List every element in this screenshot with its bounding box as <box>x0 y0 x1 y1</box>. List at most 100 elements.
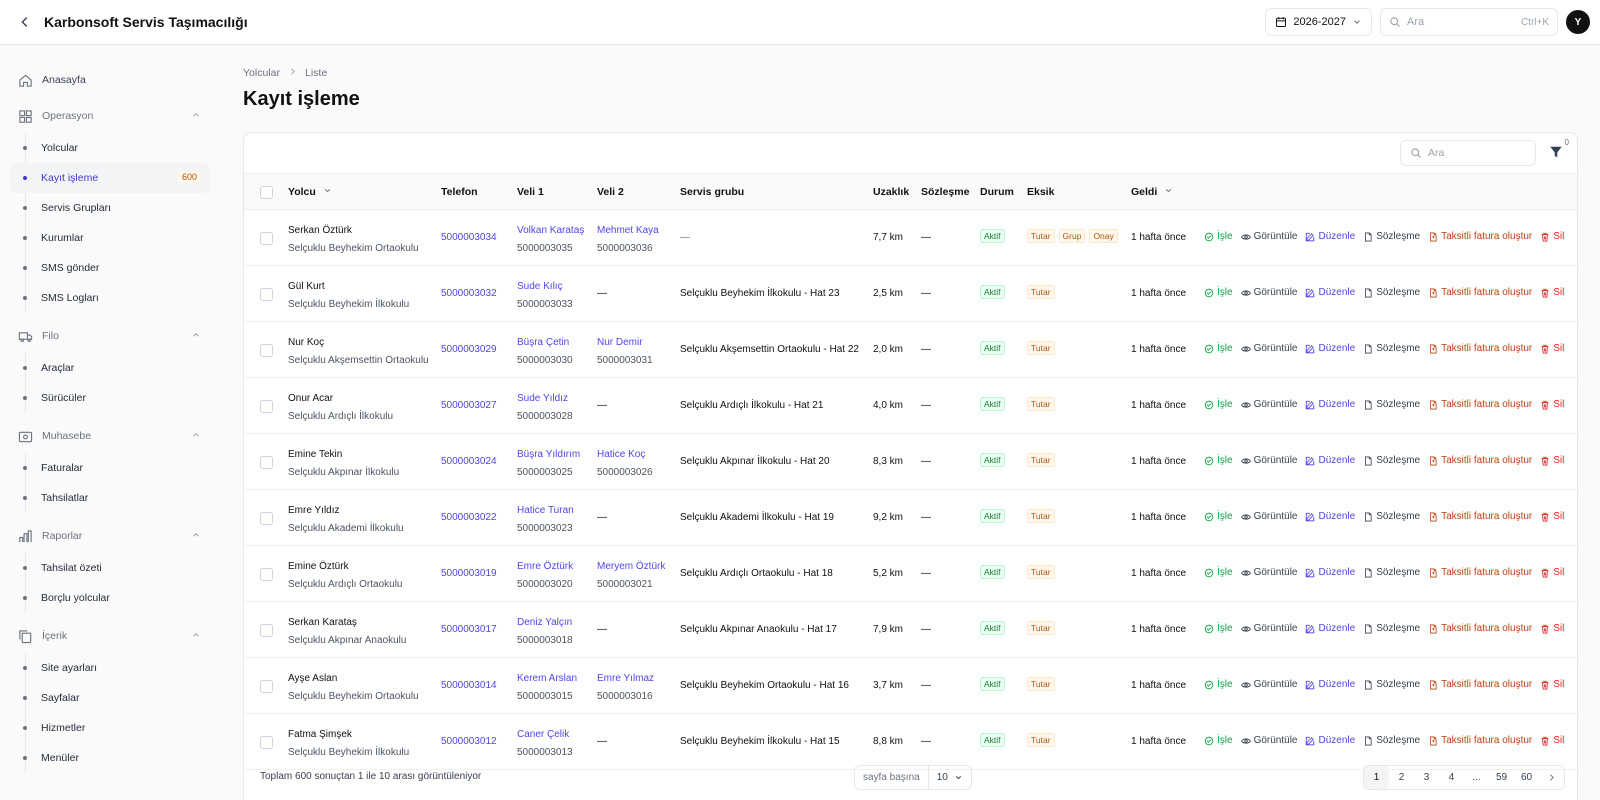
passenger-name[interactable]: Ayşe Aslan <box>288 673 337 684</box>
delete-button[interactable]: Sil <box>1540 679 1564 690</box>
isle-button[interactable]: İşle <box>1204 567 1233 578</box>
sidebar-item[interactable]: Araçlar <box>0 353 210 383</box>
page-button[interactable]: 60 <box>1514 766 1539 789</box>
row-checkbox[interactable] <box>260 568 273 581</box>
sidebar-item[interactable]: Servis Grupları <box>0 193 210 223</box>
parent2-name[interactable]: Hatice Koç <box>597 449 645 460</box>
col-geldi[interactable]: Geldi <box>1131 186 1173 198</box>
sidebar-item[interactable]: Menüler <box>0 743 210 773</box>
passenger-name[interactable]: Gül Kurt <box>288 281 325 292</box>
contract-button[interactable]: Sözleşme <box>1363 399 1420 410</box>
create-installment-invoice-button[interactable]: Taksitli fatura oluştur <box>1428 511 1532 522</box>
sidebar-item[interactable]: Kurumlar <box>0 223 210 253</box>
create-installment-invoice-button[interactable]: Taksitli fatura oluştur <box>1428 679 1532 690</box>
sidebar-item[interactable]: Yolcular <box>0 133 210 163</box>
delete-button[interactable]: Sil <box>1540 567 1564 578</box>
sidebar-group-header[interactable]: Muhasebe <box>0 423 220 449</box>
create-installment-invoice-button[interactable]: Taksitli fatura oluştur <box>1428 735 1532 746</box>
phone-link[interactable]: 5000003019 <box>441 568 497 579</box>
passenger-name[interactable]: Emine Öztürk <box>288 561 349 572</box>
row-checkbox[interactable] <box>260 400 273 413</box>
passenger-name[interactable]: Emine Tekin <box>288 449 342 460</box>
edit-button[interactable]: Düzenle <box>1305 511 1355 522</box>
sidebar-item[interactable]: Sürücüler <box>0 383 210 413</box>
parent1-name[interactable]: Büşra Çetin <box>517 337 569 348</box>
page-button[interactable]: 1 <box>1364 766 1389 789</box>
sidebar-item[interactable]: Hizmetler <box>0 713 210 743</box>
row-checkbox[interactable] <box>260 288 273 301</box>
contract-button[interactable]: Sözleşme <box>1363 287 1420 298</box>
contract-button[interactable]: Sözleşme <box>1363 343 1420 354</box>
contract-button[interactable]: Sözleşme <box>1363 735 1420 746</box>
per-page-select[interactable]: sayfa başına 10 <box>854 765 972 790</box>
isle-button[interactable]: İşle <box>1204 735 1233 746</box>
passenger-name[interactable]: Serkan Öztürk <box>288 225 352 236</box>
sidebar-item[interactable]: Sayfalar <box>0 683 210 713</box>
contract-button[interactable]: Sözleşme <box>1363 231 1420 242</box>
create-installment-invoice-button[interactable]: Taksitli fatura oluştur <box>1428 623 1532 634</box>
row-checkbox[interactable] <box>260 736 273 749</box>
view-button[interactable]: Görüntüle <box>1240 735 1297 746</box>
parent1-name[interactable]: Sude Kılıç <box>517 281 563 292</box>
sidebar-item[interactable]: Tahsilat özeti <box>0 553 210 583</box>
create-installment-invoice-button[interactable]: Taksitli fatura oluştur <box>1428 455 1532 466</box>
contract-button[interactable]: Sözleşme <box>1363 679 1420 690</box>
phone-link[interactable]: 5000003027 <box>441 400 497 411</box>
parent1-name[interactable]: Volkan Karataş <box>517 225 584 236</box>
delete-button[interactable]: Sil <box>1540 735 1564 746</box>
view-button[interactable]: Görüntüle <box>1240 567 1297 578</box>
isle-button[interactable]: İşle <box>1204 679 1233 690</box>
delete-button[interactable]: Sil <box>1540 343 1564 354</box>
passenger-name[interactable]: Fatma Şimşek <box>288 729 352 740</box>
edit-button[interactable]: Düzenle <box>1305 735 1355 746</box>
academic-year-select[interactable]: 2026-2027 <box>1265 8 1372 36</box>
isle-button[interactable]: İşle <box>1204 623 1233 634</box>
sidebar-item[interactable]: Faturalar <box>0 453 210 483</box>
phone-link[interactable]: 5000003017 <box>441 624 497 635</box>
sidebar-group-header[interactable]: Operasyon <box>0 103 220 129</box>
delete-button[interactable]: Sil <box>1540 231 1564 242</box>
view-button[interactable]: Görüntüle <box>1240 623 1297 634</box>
delete-button[interactable]: Sil <box>1540 287 1564 298</box>
back-arrow-icon[interactable] <box>18 15 32 29</box>
sidebar-item[interactable]: Site ayarları <box>0 653 210 683</box>
edit-button[interactable]: Düzenle <box>1305 287 1355 298</box>
create-installment-invoice-button[interactable]: Taksitli fatura oluştur <box>1428 343 1532 354</box>
breadcrumb-parent[interactable]: Yolcular <box>243 67 280 79</box>
passenger-name[interactable]: Nur Koç <box>288 337 324 348</box>
view-button[interactable]: Görüntüle <box>1240 511 1297 522</box>
isle-button[interactable]: İşle <box>1204 287 1233 298</box>
view-button[interactable]: Görüntüle <box>1240 679 1297 690</box>
edit-button[interactable]: Düzenle <box>1305 343 1355 354</box>
edit-button[interactable]: Düzenle <box>1305 567 1355 578</box>
sidebar-item[interactable]: SMS Logları <box>0 283 210 313</box>
create-installment-invoice-button[interactable]: Taksitli fatura oluştur <box>1428 231 1532 242</box>
edit-button[interactable]: Düzenle <box>1305 679 1355 690</box>
passenger-name[interactable]: Onur Acar <box>288 393 333 404</box>
phone-link[interactable]: 5000003029 <box>441 344 497 355</box>
sidebar-item[interactable]: Borçlu yolcular <box>0 583 210 613</box>
edit-button[interactable]: Düzenle <box>1305 455 1355 466</box>
create-installment-invoice-button[interactable]: Taksitli fatura oluştur <box>1428 399 1532 410</box>
isle-button[interactable]: İşle <box>1204 399 1233 410</box>
phone-link[interactable]: 5000003014 <box>441 680 497 691</box>
sidebar-item[interactable]: Tahsilatlar <box>0 483 210 513</box>
parent2-name[interactable]: Emre Yılmaz <box>597 673 654 684</box>
parent2-name[interactable]: Nur Demir <box>597 337 643 348</box>
col-yolcu[interactable]: Yolcu <box>288 186 332 198</box>
sidebar-group-header[interactable]: İçerik <box>0 623 220 649</box>
isle-button[interactable]: İşle <box>1204 343 1233 354</box>
row-checkbox[interactable] <box>260 456 273 469</box>
sidebar-item[interactable]: SMS gönder <box>0 253 210 283</box>
parent1-name[interactable]: Kerem Arslan <box>517 673 577 684</box>
phone-link[interactable]: 5000003022 <box>441 512 497 523</box>
page-button[interactable]: 3 <box>1414 766 1439 789</box>
sidebar-item-home[interactable]: Anasayfa <box>0 67 220 93</box>
create-installment-invoice-button[interactable]: Taksitli fatura oluştur <box>1428 287 1532 298</box>
passenger-name[interactable]: Serkan Karataş <box>288 617 357 628</box>
contract-button[interactable]: Sözleşme <box>1363 455 1420 466</box>
phone-link[interactable]: 5000003034 <box>441 232 497 243</box>
parent1-name[interactable]: Deniz Yalçın <box>517 617 572 628</box>
table-search-input[interactable]: Ara <box>1400 140 1536 166</box>
isle-button[interactable]: İşle <box>1204 455 1233 466</box>
